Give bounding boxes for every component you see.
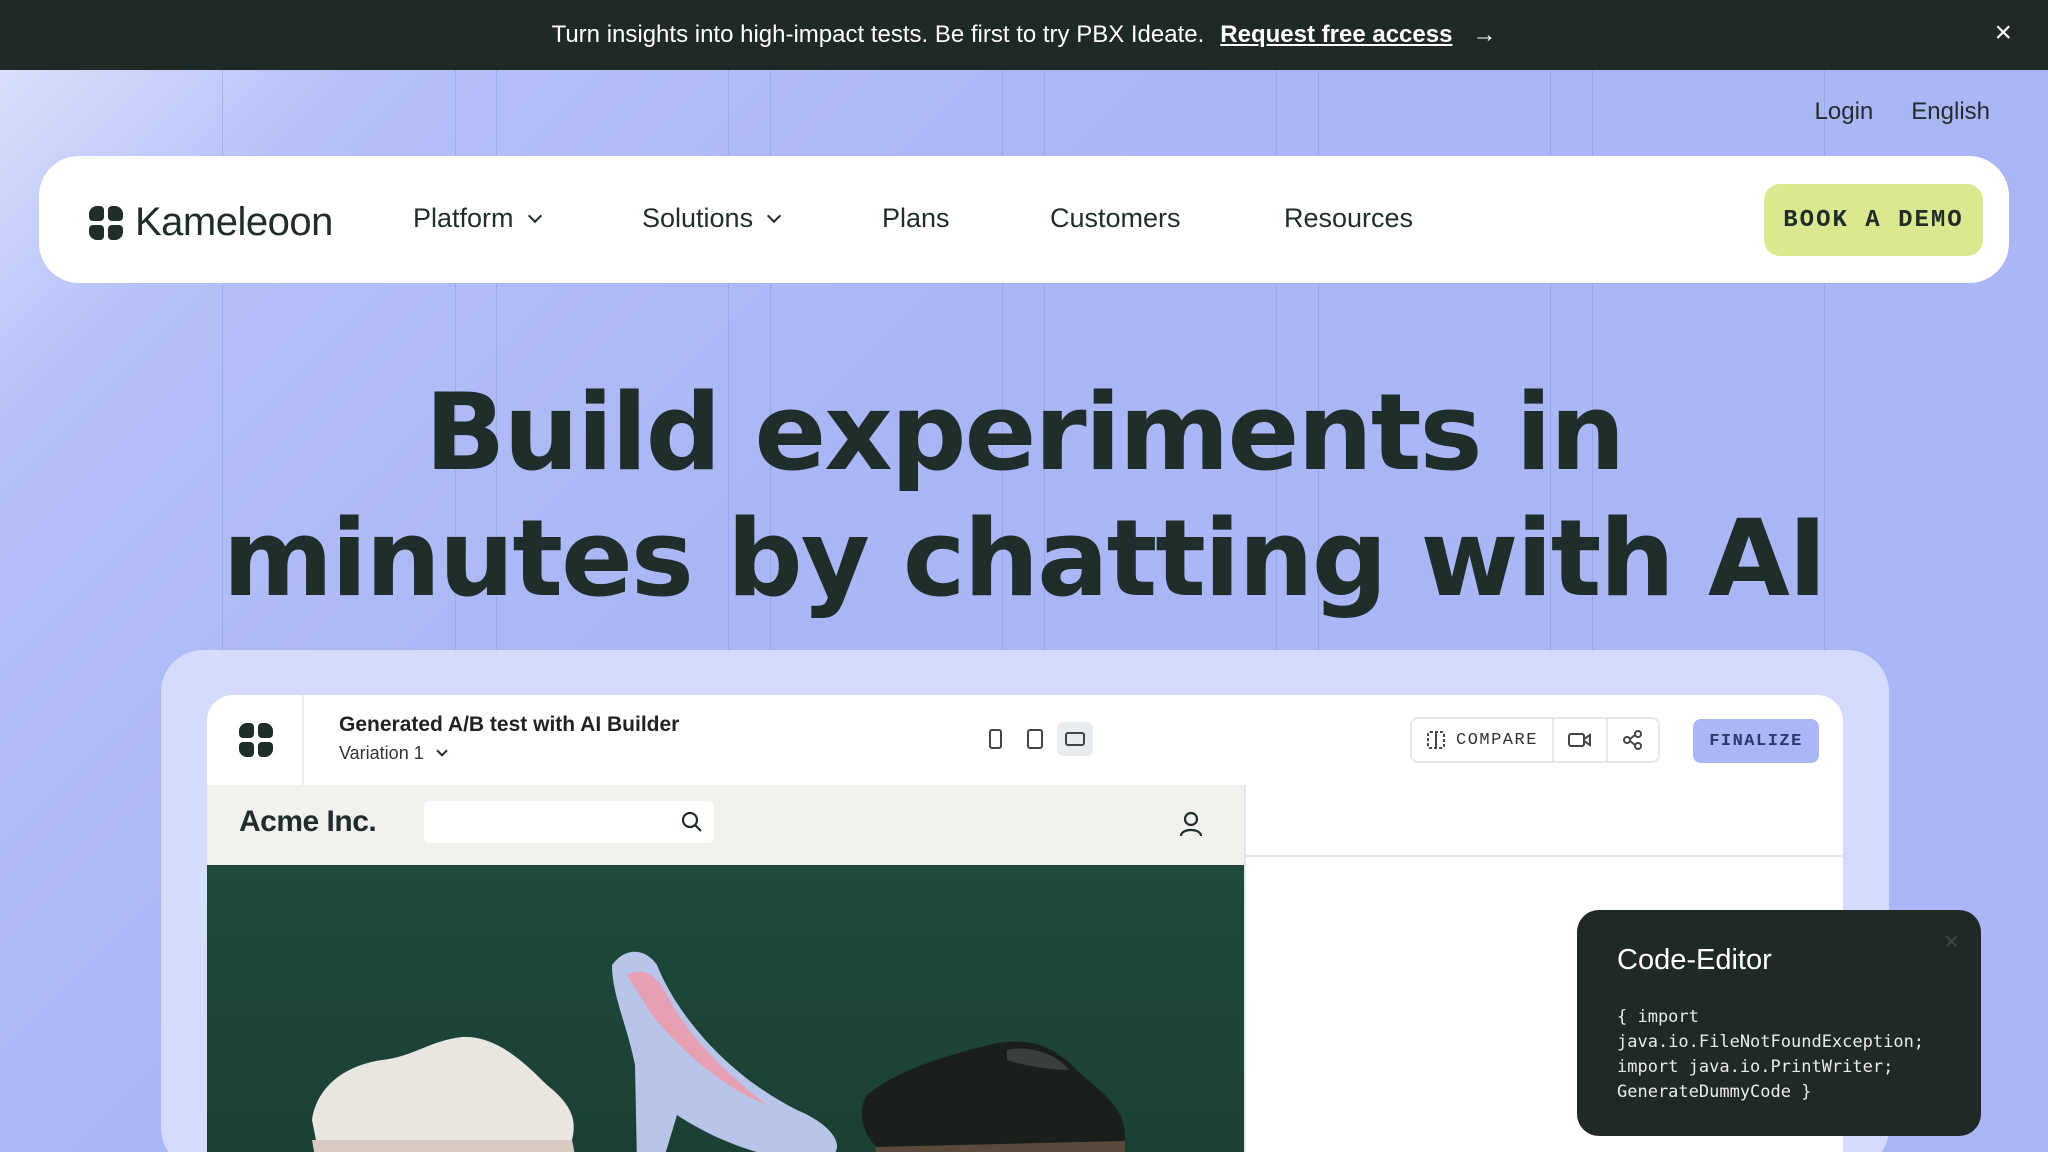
tablet-icon[interactable] bbox=[1017, 722, 1053, 756]
product-hero-image bbox=[207, 865, 1244, 1152]
code-snippet[interactable]: { import java.io.FileNotFoundException; … bbox=[1617, 1005, 1957, 1105]
headline-line-2: minutes by chatting with AI bbox=[222, 497, 1828, 620]
share-icon bbox=[1622, 730, 1642, 750]
headline-line-1: Build experiments in bbox=[424, 371, 1626, 494]
nav-item-plans[interactable]: Plans bbox=[882, 203, 950, 234]
shop-header: Acme Inc. bbox=[207, 785, 1244, 865]
app-logo[interactable] bbox=[207, 695, 304, 785]
panel-divider bbox=[1244, 785, 1246, 1152]
nav-item-label: Solutions bbox=[642, 203, 754, 233]
chevron-down-icon bbox=[527, 208, 542, 223]
code-editor-panel: Code-Editor × { import java.io.FileNotFo… bbox=[1577, 910, 1981, 1136]
main-nav: Kameleoon Platform Solutions Plans Custo… bbox=[39, 156, 2009, 283]
shop-brand: Acme Inc. bbox=[239, 805, 377, 838]
nav-item-label: Customers bbox=[1050, 203, 1181, 233]
nav-item-resources[interactable]: Resources bbox=[1284, 203, 1413, 234]
book-demo-button[interactable]: BOOK A DEMO bbox=[1764, 184, 1983, 256]
nav-item-platform[interactable]: Platform bbox=[413, 203, 542, 234]
nav-item-label: Plans bbox=[882, 203, 950, 233]
device-switcher bbox=[977, 722, 1093, 756]
mobile-icon[interactable] bbox=[977, 722, 1013, 756]
share-button[interactable] bbox=[1608, 719, 1658, 761]
chevron-down-icon bbox=[767, 208, 782, 223]
nav-item-customers[interactable]: Customers bbox=[1050, 203, 1181, 234]
variation-selector[interactable]: Variation 1 bbox=[339, 743, 448, 764]
shoes-image bbox=[312, 951, 1126, 1152]
compare-button[interactable]: COMPARE bbox=[1412, 719, 1554, 761]
code-editor-title: Code-Editor bbox=[1617, 944, 1772, 976]
login-link[interactable]: Login bbox=[1815, 98, 1874, 126]
brand-name: Kameleoon bbox=[135, 200, 333, 244]
chevron-down-icon bbox=[436, 744, 448, 757]
arrow-right-icon[interactable]: → bbox=[1472, 21, 1496, 49]
close-icon[interactable]: × bbox=[1994, 18, 2012, 48]
kameleoon-logo-icon bbox=[239, 723, 273, 757]
brand-logo[interactable]: Kameleoon bbox=[89, 200, 333, 245]
kameleoon-logo-icon bbox=[89, 205, 123, 240]
request-access-link[interactable]: Request free access bbox=[1220, 21, 1452, 49]
search-icon[interactable] bbox=[680, 810, 704, 834]
utility-nav: Login English bbox=[1815, 98, 1990, 126]
variation-label: Variation 1 bbox=[339, 743, 424, 763]
video-icon bbox=[1567, 733, 1591, 747]
nav-item-label: Resources bbox=[1284, 203, 1414, 233]
user-icon[interactable] bbox=[1179, 811, 1203, 837]
app-toolbar: COMPARE bbox=[1410, 717, 1660, 763]
close-icon[interactable]: × bbox=[1944, 926, 1959, 957]
language-selector[interactable]: English bbox=[1911, 98, 1990, 126]
hero-headline: Build experiments in minutes by chatting… bbox=[0, 370, 2048, 622]
compare-icon bbox=[1427, 731, 1445, 749]
finalize-button[interactable]: FINALIZE bbox=[1693, 719, 1819, 763]
announcement-text: Turn insights into high-impact tests. Be… bbox=[551, 21, 1205, 48]
compare-label: COMPARE bbox=[1456, 730, 1538, 750]
desktop-icon[interactable] bbox=[1057, 722, 1093, 756]
nav-item-solutions[interactable]: Solutions bbox=[642, 203, 782, 234]
experiment-title: Generated A/B test with AI Builder bbox=[339, 713, 680, 736]
search-input[interactable] bbox=[424, 801, 714, 843]
nav-item-label: Platform bbox=[413, 203, 514, 233]
record-button[interactable] bbox=[1554, 719, 1608, 761]
announcement-bar: Turn insights into high-impact tests. Be… bbox=[0, 0, 2048, 70]
